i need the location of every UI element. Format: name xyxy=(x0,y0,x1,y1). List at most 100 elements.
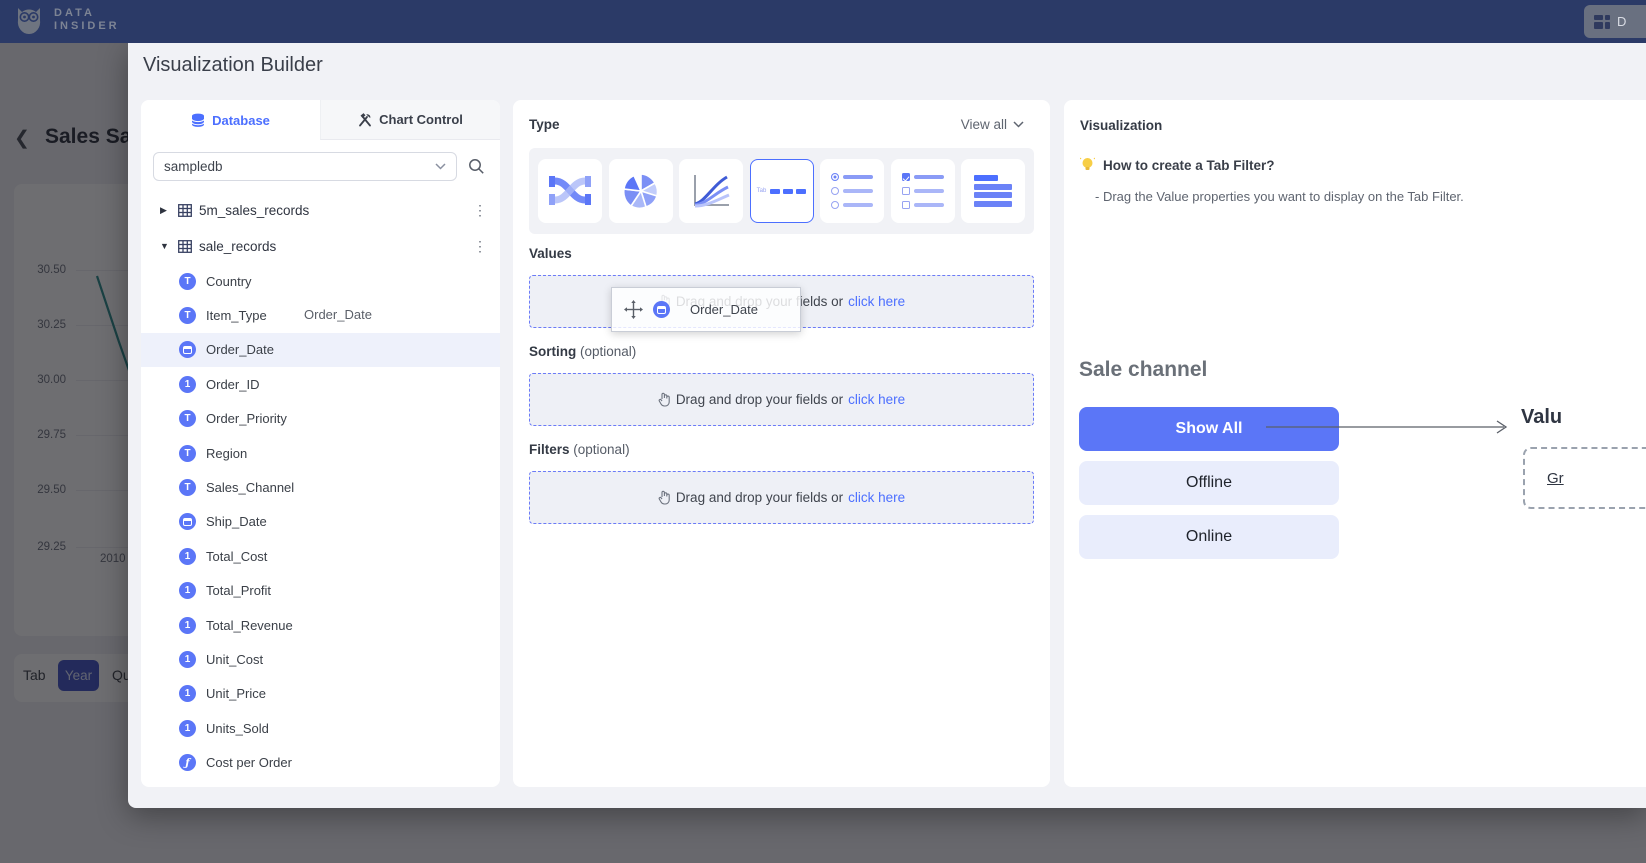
visualization-panel: Visualization How to create a Tab Filter… xyxy=(1064,100,1646,787)
sankey-chart-icon xyxy=(548,173,592,209)
field-total-profit[interactable]: 1 Total_Profit xyxy=(141,574,500,608)
table-chart-icon xyxy=(974,175,1012,207)
field-cost-per-order[interactable]: ƒ Cost per Order xyxy=(141,745,500,779)
drag-hand-icon xyxy=(658,490,671,505)
field-sales-channel[interactable]: T Sales_Channel xyxy=(141,470,500,504)
tab-database[interactable]: Database xyxy=(141,100,320,140)
number-field-icon: 1 xyxy=(179,582,196,599)
chart-type-single-select[interactable] xyxy=(820,159,884,223)
click-here-link[interactable]: click here xyxy=(848,392,905,407)
field-unit-price[interactable]: 1 Unit_Price xyxy=(141,677,500,711)
table-name: sale_records xyxy=(199,239,276,254)
field-total-revenue[interactable]: 1 Total_Revenue xyxy=(141,608,500,642)
dashboard-button[interactable]: D xyxy=(1584,5,1646,38)
database-icon xyxy=(191,113,205,128)
modal-title: Visualization Builder xyxy=(143,54,323,77)
view-all-button[interactable]: View all xyxy=(961,117,1024,132)
date-field-icon xyxy=(653,301,670,318)
field-region[interactable]: T Region xyxy=(141,436,500,470)
field-ship-date[interactable]: Ship_Date xyxy=(141,505,500,539)
field-total-cost[interactable]: 1 Total_Cost xyxy=(141,539,500,573)
chart-type-table[interactable] xyxy=(961,159,1025,223)
annotation-arrow xyxy=(1266,417,1514,437)
chart-config-panel: Type View all xyxy=(513,100,1050,787)
drag-ghost-label: Order_Date xyxy=(690,302,758,317)
chart-type-sankey[interactable] xyxy=(538,159,602,223)
number-field-icon: 1 xyxy=(179,617,196,634)
field-order-id[interactable]: 1 Order_ID xyxy=(141,367,500,401)
preview-title: Sale channel xyxy=(1079,358,1207,382)
tools-icon xyxy=(358,113,372,127)
dropzone-hint: Drag and drop your fields or xyxy=(676,490,843,505)
filters-section-label: Filters (optional) xyxy=(529,442,630,457)
function-field-icon: ƒ xyxy=(179,754,196,771)
field-label: Item_Type xyxy=(206,308,267,323)
drag-ghost-card[interactable]: Order_Date xyxy=(611,287,801,332)
option-online[interactable]: Online xyxy=(1079,515,1339,559)
tip-body: - Drag the Value properties you want to … xyxy=(1095,189,1464,204)
chart-type-pie[interactable] xyxy=(609,159,673,223)
view-all-label: View all xyxy=(961,117,1007,132)
field-country[interactable]: T Country xyxy=(141,264,500,298)
field-label: Unit_Price xyxy=(206,686,266,701)
optional-label: (optional) xyxy=(573,442,629,457)
group-link[interactable]: Gr xyxy=(1547,470,1564,487)
brand-line1: DATA xyxy=(54,7,120,20)
chart-type-line[interactable] xyxy=(679,159,743,223)
filters-dropzone[interactable]: Drag and drop your fields or click here xyxy=(529,471,1034,524)
click-here-link[interactable]: click here xyxy=(848,294,905,309)
kebab-menu-icon[interactable]: ⋮ xyxy=(473,238,487,255)
text-field-icon: T xyxy=(179,479,196,496)
field-order-priority[interactable]: T Order_Priority xyxy=(141,402,500,436)
field-label: Ship_Date xyxy=(206,514,267,529)
chevron-down-icon xyxy=(435,163,446,170)
field-label: Sales_Channel xyxy=(206,480,294,495)
tab-chart-control[interactable]: Chart Control xyxy=(320,100,500,140)
field-label: Unit_Cost xyxy=(206,652,263,667)
field-label: Country xyxy=(206,274,252,289)
field-label: Cost per Order xyxy=(206,755,292,770)
move-icon xyxy=(624,300,643,319)
dashboard-icon xyxy=(1594,15,1610,29)
owl-logo-icon xyxy=(14,4,44,36)
caret-right-icon[interactable]: ▶ xyxy=(160,205,176,216)
optional-label: (optional) xyxy=(580,344,636,359)
filters-label: Filters xyxy=(529,442,570,457)
field-unit-cost[interactable]: 1 Unit_Cost xyxy=(141,642,500,676)
brand-line2: INSIDER xyxy=(54,20,120,33)
chart-type-strip: Tab xyxy=(529,148,1034,234)
field-label: Order_Date xyxy=(206,342,274,357)
number-field-icon: 1 xyxy=(179,376,196,393)
chart-type-multi-select[interactable] xyxy=(891,159,955,223)
drag-hand-icon xyxy=(658,392,671,407)
annotation-value-label: Valu xyxy=(1521,406,1562,429)
top-navbar: DATA INSIDER D xyxy=(0,0,1646,43)
caret-down-icon[interactable]: ▼ xyxy=(160,241,176,251)
number-field-icon: 1 xyxy=(179,685,196,702)
date-field-icon xyxy=(179,513,196,530)
sorting-label: Sorting xyxy=(529,344,576,359)
tree-item-sale-records[interactable]: ▼ sale_records ⋮ xyxy=(141,228,500,264)
field-label: Total_Cost xyxy=(206,549,267,564)
option-offline[interactable]: Offline xyxy=(1079,461,1339,505)
field-units-sold[interactable]: 1 Units_Sold xyxy=(141,711,500,745)
number-field-icon: 1 xyxy=(179,720,196,737)
search-icon[interactable] xyxy=(468,158,485,175)
brand-logo[interactable]: DATA INSIDER xyxy=(14,4,120,36)
field-label: Order_Priority xyxy=(206,411,287,426)
dashboard-button-label: D xyxy=(1617,14,1626,29)
field-label: Units_Sold xyxy=(206,721,269,736)
kebab-menu-icon[interactable]: ⋮ xyxy=(473,202,487,219)
tree-item-5m-sales-records[interactable]: ▶ 5m_sales_records ⋮ xyxy=(141,192,500,228)
field-order-date[interactable]: Order_Date xyxy=(141,333,500,367)
click-here-link[interactable]: click here xyxy=(848,490,905,505)
chart-type-tab-filter[interactable]: Tab xyxy=(750,159,814,223)
sorting-dropzone[interactable]: Drag and drop your fields or click here xyxy=(529,373,1034,426)
text-field-icon: T xyxy=(179,307,196,324)
multi-select-filter-icon xyxy=(902,173,944,209)
datasource-select[interactable]: sampledb xyxy=(153,152,457,181)
number-field-icon: 1 xyxy=(179,651,196,668)
dropzone-hint: Drag and drop your fields or xyxy=(676,392,843,407)
field-label: Region xyxy=(206,446,247,461)
text-field-icon: T xyxy=(179,410,196,427)
